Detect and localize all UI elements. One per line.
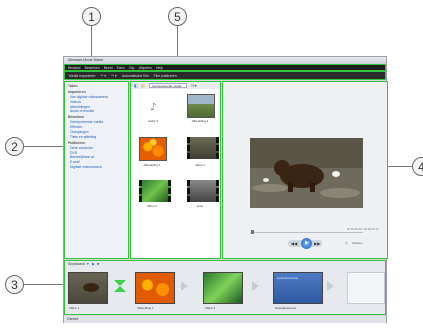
undo-icon[interactable]: ↶ ▾ bbox=[101, 72, 107, 81]
preview-time: 00:00:05.46 / 00:00:10.11 bbox=[347, 227, 379, 231]
task-transitions[interactable]: Overgangen bbox=[70, 130, 128, 134]
task-import-audio[interactable]: Audio of muziek bbox=[70, 109, 128, 113]
window-title: Windows Movie Maker bbox=[68, 58, 104, 62]
tasks-heading: Taken bbox=[68, 84, 78, 88]
storyboard-clip[interactable] bbox=[68, 272, 108, 304]
edit-heading: Bewerken bbox=[68, 115, 85, 120]
task-effects[interactable]: Effecten bbox=[70, 125, 128, 129]
clip-thumbnail[interactable] bbox=[187, 137, 219, 159]
folder-icon[interactable]: ▤ bbox=[141, 83, 145, 88]
collection-toolbar: ◧ ▤ Geïmporteerde media ☷▾ bbox=[131, 82, 220, 89]
task-publish-cd[interactable]: Beschrijfbare cd bbox=[70, 155, 128, 159]
callout-2-leader bbox=[24, 146, 63, 147]
collection-pane: ◧ ▤ Geïmporteerde media ☷▾ ♪ Audio 4 Afb… bbox=[130, 81, 221, 259]
transition-slot[interactable] bbox=[327, 281, 334, 291]
clip-label: Afbeelding 2 bbox=[191, 119, 209, 123]
redo-icon[interactable]: ↷ ▾ bbox=[111, 72, 117, 81]
import-heading: Importeren bbox=[68, 90, 86, 94]
transition-slot[interactable] bbox=[252, 281, 259, 291]
clip-thumbnail[interactable] bbox=[139, 137, 167, 161]
storyboard-play-icon[interactable]: ▶ bbox=[92, 262, 95, 266]
callout-1: 1 bbox=[82, 7, 101, 26]
storyboard-clip[interactable]: Geluidsopname bbox=[273, 272, 323, 304]
storyboard-clip-label: Video 1 bbox=[69, 306, 80, 310]
svg-text:♪: ♪ bbox=[150, 102, 156, 113]
import-media-button[interactable]: Media importeren bbox=[69, 72, 95, 81]
seek-track[interactable] bbox=[250, 232, 363, 233]
tasks-pane: Taken Importeren Van digitale videocamer… bbox=[64, 81, 129, 259]
transition-slot[interactable] bbox=[114, 280, 126, 292]
clip-label: Afbeelding 1 bbox=[143, 163, 161, 167]
publish-movie-button[interactable]: Film publiceren bbox=[154, 72, 177, 81]
task-import-pictures[interactable]: Afbeeldingen bbox=[70, 105, 128, 109]
toolbar: Media importeren ↶ ▾ ↷ ▾ Automatische fi… bbox=[64, 71, 386, 80]
callout-3: 3 bbox=[5, 275, 24, 294]
storyboard-toolbar: Storyboard ▾ ▶ ■ bbox=[65, 261, 385, 268]
callout-2: 2 bbox=[5, 137, 24, 156]
preview-screen bbox=[250, 138, 363, 208]
clip-label: Audio 4 bbox=[147, 119, 159, 123]
clip-thumbnail[interactable]: ♪ bbox=[140, 96, 166, 118]
storyboard-clip-label: Afbeelding 1 bbox=[137, 306, 154, 310]
task-titles[interactable]: Titels en aftiteling bbox=[70, 135, 128, 139]
clip-label: Video 2 bbox=[146, 204, 158, 208]
clip-thumbnail[interactable] bbox=[187, 180, 219, 202]
task-publish-dvd[interactable]: DVD bbox=[70, 151, 128, 155]
storyboard-stop-icon[interactable]: ■ bbox=[97, 262, 99, 266]
split-button[interactable]: Splitsen bbox=[352, 241, 363, 245]
preview-monitor: 00:00:05.46 / 00:00:10.11 ▶ ◀◀ ▶▶ Splits… bbox=[222, 81, 388, 259]
next-frame-icon[interactable]: ▶▶ bbox=[314, 241, 320, 246]
clip-label: Video 1 bbox=[194, 163, 206, 167]
menu-bar: Bestand Bewerken Beeld Extra Clip Afspel… bbox=[64, 64, 386, 71]
app-window: Windows Movie Maker Bestand Bewerken Bee… bbox=[63, 56, 388, 323]
task-publish-camera[interactable]: Digitale videocamera bbox=[70, 165, 128, 169]
storyboard-clip-label: Video 2 bbox=[205, 306, 216, 310]
preview-frame-bear bbox=[250, 138, 363, 208]
status-bar: Gereed bbox=[64, 316, 386, 323]
storyboard-clip[interactable] bbox=[203, 272, 243, 304]
seek-thumb[interactable] bbox=[251, 230, 254, 234]
task-publish-email[interactable]: E-mail bbox=[70, 160, 128, 164]
view-options-icon[interactable]: ☷▾ bbox=[191, 83, 197, 88]
callout-3-leader bbox=[24, 284, 63, 285]
collection-selector[interactable]: Geïmporteerde media bbox=[149, 83, 187, 88]
clip-label: Lutie bbox=[196, 204, 204, 208]
storyboard: Storyboard ▾ ▶ ■ Video 1 Afbeelding 1 Vi… bbox=[64, 260, 386, 315]
callout-5: 5 bbox=[168, 7, 187, 26]
storyboard-empty-slot[interactable] bbox=[347, 272, 385, 304]
storyboard-clip[interactable] bbox=[135, 272, 175, 304]
title-overlay-text: Geluidsopname bbox=[277, 276, 299, 280]
tasks-toggle-icon[interactable]: ◧ bbox=[134, 83, 138, 88]
transition-slot[interactable] bbox=[181, 281, 188, 291]
bear-silhouette bbox=[83, 283, 99, 292]
storyboard-toggle[interactable]: Storyboard bbox=[68, 262, 85, 266]
publish-heading: Publiceren bbox=[68, 140, 86, 145]
audio-note-icon: ♪ bbox=[150, 102, 156, 113]
task-imported-media[interactable]: Geïmporteerde media bbox=[70, 120, 128, 124]
transition-icon bbox=[114, 280, 126, 292]
previous-frame-icon[interactable]: ◀◀ bbox=[291, 241, 297, 246]
title-bar: Windows Movie Maker bbox=[64, 57, 386, 64]
automovie-button[interactable]: Automatische film bbox=[122, 72, 149, 81]
storyboard-clip-label: Geluidsopname bbox=[275, 306, 297, 310]
task-import-camera[interactable]: Van digitale videocamera bbox=[70, 95, 128, 99]
task-publish-computer[interactable]: Deze computer bbox=[70, 146, 128, 150]
clip-thumbnail[interactable] bbox=[187, 94, 215, 118]
task-import-videos[interactable]: Video's bbox=[70, 100, 128, 104]
callout-4: 4 bbox=[412, 157, 423, 176]
status-text: Gereed bbox=[67, 317, 79, 321]
split-icon: ◫ bbox=[345, 241, 348, 245]
clip-thumbnail[interactable] bbox=[139, 180, 171, 202]
storyboard-dropdown-icon[interactable]: ▾ bbox=[87, 262, 89, 266]
play-icon: ▶ bbox=[305, 240, 309, 246]
callout-4-leader bbox=[387, 166, 412, 167]
